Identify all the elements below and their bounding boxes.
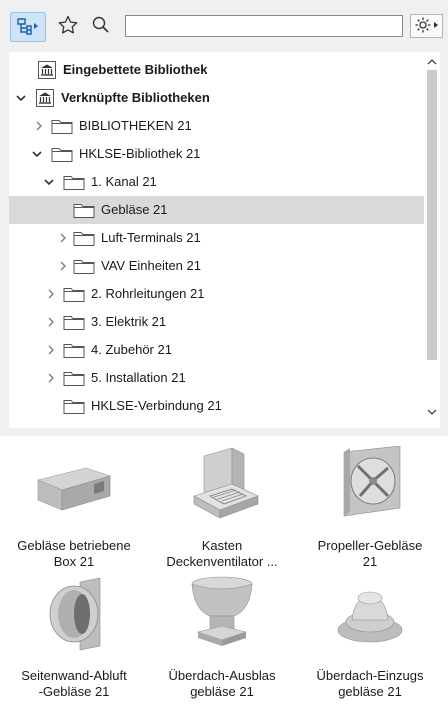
tree-row-label: 2. Rohrleitungen 21: [91, 286, 205, 301]
favorites-button[interactable]: [54, 12, 82, 40]
item-label-line2: 21: [362, 554, 378, 569]
tree-row[interactable]: BIBLIOTHEKEN 21: [9, 112, 424, 140]
folder-icon: [73, 231, 95, 250]
library-item[interactable]: Kasten Deckenventilator ...: [148, 446, 296, 576]
chevron-right-icon[interactable]: [33, 120, 45, 132]
library-icon: [37, 60, 57, 83]
folder-icon: [51, 119, 73, 138]
tree-row[interactable]: VAV Einheiten 21: [9, 252, 424, 280]
tree-row[interactable]: Eingebettete Bibliothek: [9, 56, 424, 84]
tree-row[interactable]: 4. Zubehör 21: [9, 336, 424, 364]
chevron-right-icon[interactable]: [45, 344, 57, 356]
scroll-thumb[interactable]: [427, 70, 437, 360]
folder-icon: [63, 343, 85, 362]
folder-icon: [51, 147, 73, 166]
object-grid: Gebläse betriebene Box 21 Kasten Deckenven…: [0, 436, 448, 706]
tree-row-label: 5. Installation 21: [91, 370, 186, 385]
item-label-line1: Überdach-Einzugs: [316, 668, 424, 683]
sidewall-exhaust-fan-thumbnail: [34, 576, 114, 658]
folder-icon: [63, 175, 85, 194]
library-item[interactable]: Überdach-Einzugs gebläse 21: [296, 576, 444, 706]
tree-row[interactable]: Verknüpfte Bibliotheken: [9, 84, 424, 112]
item-label-line1: Überdach-Ausblas: [168, 668, 276, 683]
item-label-line2: gebläse 21: [190, 684, 254, 699]
tree-row-label: VAV Einheiten 21: [101, 258, 201, 273]
tree-row-label: 4. Zubehör 21: [91, 342, 172, 357]
item-label-line2: -Gebläse 21: [38, 684, 110, 699]
propeller-fan-thumbnail: [330, 445, 410, 528]
tree-row-label: Luft-Terminals 21: [101, 230, 201, 245]
scroll-up-arrow-icon[interactable]: [426, 56, 438, 68]
item-label-line2: Deckenventilator ...: [166, 554, 278, 569]
item-label-line1: Gebläse betriebene: [17, 538, 131, 553]
library-item[interactable]: Überdach-Ausblas gebläse 21: [148, 576, 296, 706]
chevron-down-icon[interactable]: [43, 176, 55, 188]
search-toggle-button[interactable]: [88, 12, 114, 40]
library-toolbar: [0, 0, 448, 50]
roof-intake-fan-thumbnail: [330, 576, 410, 658]
tree-row-label: Gebläse 21: [101, 202, 168, 217]
scroll-down-arrow-icon[interactable]: [426, 406, 438, 418]
tree-row[interactable]: 3. Elektrik 21: [9, 308, 424, 336]
library-icon: [35, 88, 55, 111]
blower-box-thumbnail: [34, 446, 114, 528]
tree-row[interactable]: HKLSE-Verbindung 21: [9, 392, 424, 420]
search-magnifier-icon: [91, 15, 111, 38]
library-tree: Eingebettete Bibliothek Verknüpfte Biblio…: [9, 52, 440, 428]
tree-row[interactable]: 5. Installation 21: [9, 364, 424, 392]
tree-row-label: 3. Elektrik 21: [91, 314, 167, 329]
tree-row-label: BIBLIOTHEKEN 21: [79, 118, 192, 133]
tree-row[interactable]: 2. Rohrleitungen 21: [9, 280, 424, 308]
tree-row[interactable]: Luft-Terminals 21: [9, 224, 424, 252]
tree-row-label: Verknüpfte Bibliotheken: [61, 90, 210, 105]
item-label-line1: Propeller-Gebläse: [317, 538, 423, 553]
favorites-star-icon: [57, 14, 79, 39]
tree-scrollbar[interactable]: [424, 52, 440, 428]
settings-gear-icon: [414, 16, 440, 37]
ceiling-fan-box-thumbnail: [182, 446, 262, 528]
tree-row-label: HKLSE-Verbindung 21: [91, 398, 222, 413]
settings-button[interactable]: [410, 14, 443, 38]
tree-row[interactable]: HKLSE-Bibliothek 21: [9, 140, 424, 168]
chevron-right-icon[interactable]: [57, 232, 69, 244]
search-input[interactable]: [125, 15, 403, 37]
folder-icon: [73, 259, 95, 278]
tree-row[interactable]: 1. Kanal 21: [9, 168, 424, 196]
item-label-line1: Kasten: [201, 538, 243, 553]
folder-icon: [73, 203, 95, 222]
tree-row-label: Eingebettete Bibliothek: [63, 62, 208, 77]
item-label-line2: Box 21: [53, 554, 95, 569]
library-item[interactable]: Gebläse betriebene Box 21: [0, 446, 148, 576]
library-item[interactable]: Propeller-Gebläse 21: [296, 445, 444, 576]
chevron-right-icon[interactable]: [57, 260, 69, 272]
item-label-line1: Seitenwand-Abluft: [21, 668, 127, 683]
folder-icon: [63, 399, 85, 418]
chevron-right-icon[interactable]: [45, 288, 57, 300]
item-label-line2: gebläse 21: [338, 684, 402, 699]
tree-row[interactable]: Gebläse 21: [9, 196, 424, 224]
library-item[interactable]: Seitenwand-Abluft -Gebläse 21: [0, 576, 148, 706]
chevron-right-icon[interactable]: [45, 316, 57, 328]
folder-icon: [63, 287, 85, 306]
chevron-down-icon[interactable]: [31, 148, 43, 160]
tree-row-label: 1. Kanal 21: [91, 174, 157, 189]
chevron-down-icon[interactable]: [15, 92, 27, 104]
structure-view-icon: [15, 16, 41, 39]
pane-splitter[interactable]: [0, 428, 448, 436]
roof-exhaust-fan-thumbnail: [182, 576, 262, 658]
tree-row-label: HKLSE-Bibliothek 21: [79, 146, 201, 161]
folder-icon: [63, 371, 85, 390]
folder-icon: [63, 315, 85, 334]
chevron-right-icon[interactable]: [45, 372, 57, 384]
structure-view-button[interactable]: [10, 12, 46, 42]
